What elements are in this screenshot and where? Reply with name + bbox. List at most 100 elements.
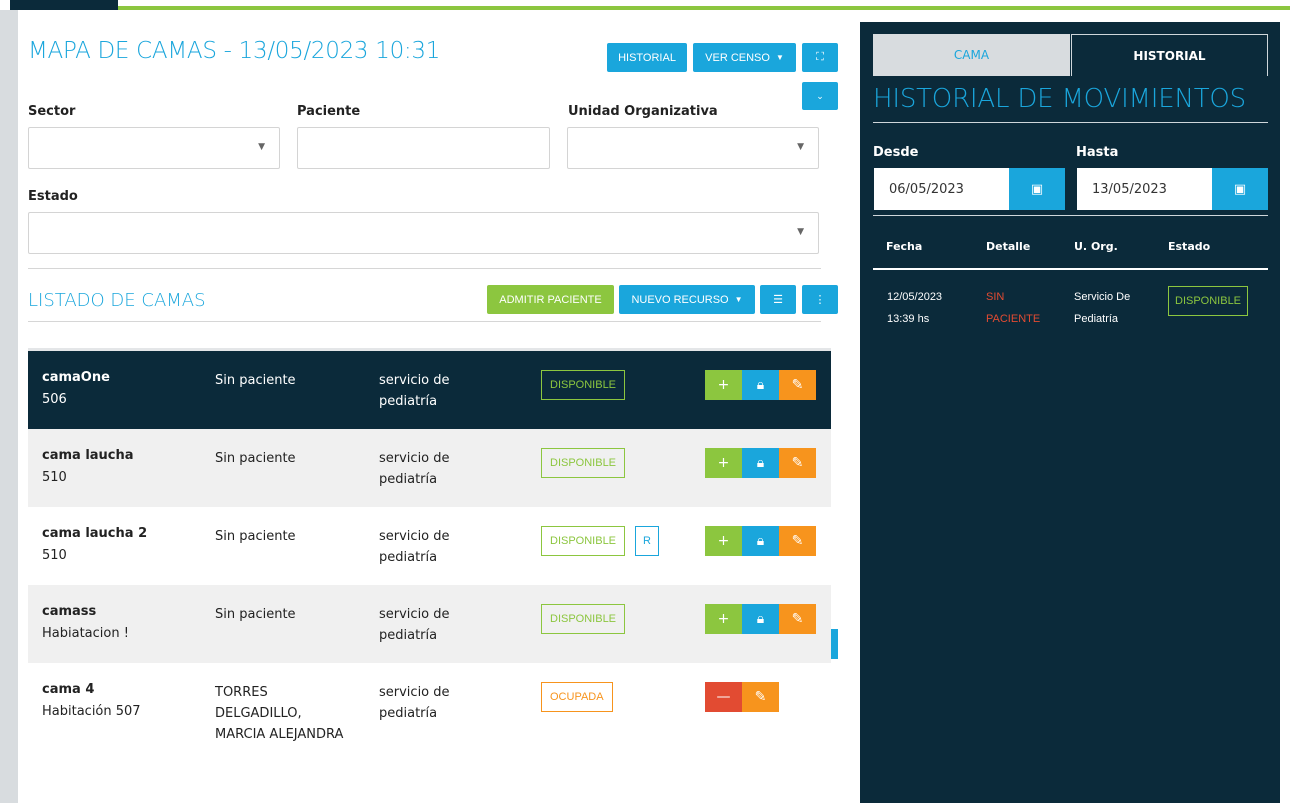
nuevo-recurso-label: NUEVO RECURSO <box>631 293 729 306</box>
edit-icon[interactable]: ✎ <box>779 370 816 400</box>
list-view-icon[interactable]: ☰ <box>760 285 796 314</box>
bed-name: cama laucha <box>42 448 134 463</box>
bed-actions: + 🔒︎ ✎ <box>705 370 816 400</box>
paciente-input[interactable] <box>297 127 550 169</box>
bed-patient: Sin paciente <box>215 529 296 544</box>
estado-label: Estado <box>28 189 78 204</box>
movement-uorg-2: Pediatría <box>1074 313 1119 325</box>
bed-name: camaOne <box>42 370 110 385</box>
dropdown-arrow-icon: ▼ <box>258 142 265 152</box>
bed-service: servicio de pediatría <box>379 373 450 409</box>
bed-room: Habitación 507 <box>42 704 141 719</box>
divider <box>873 122 1268 123</box>
lock-icon[interactable]: 🔒︎ <box>742 370 779 400</box>
movement-date: 12/05/2023 <box>887 291 943 303</box>
bed-row[interactable]: camass Habiatacion ! Sin paciente servic… <box>28 585 831 663</box>
dropdown-arrow-icon: ▼ <box>797 227 804 237</box>
plus-icon[interactable]: + <box>705 604 742 634</box>
listado-title: LISTADO DE CAMAS <box>28 290 206 311</box>
sector-select[interactable]: ▼ <box>28 127 280 169</box>
tab-cama[interactable]: CAMA <box>873 34 1070 76</box>
bed-room: 510 <box>42 470 67 485</box>
movement-uorg-1: Servicio De <box>1074 291 1131 303</box>
edit-icon[interactable]: ✎ <box>779 526 816 556</box>
status-badge: DISPONIBLE <box>1168 286 1249 316</box>
left-edge <box>0 0 18 803</box>
bed-room: Habiatacion ! <box>42 626 129 641</box>
bed-list: camaOne 506 Sin paciente servicio de ped… <box>28 348 831 803</box>
scrollbar[interactable] <box>831 629 838 659</box>
tab-historial[interactable]: HISTORIAL <box>1071 34 1268 76</box>
col-uorg: U. Org. <box>1074 240 1118 253</box>
caret-down-icon: ▼ <box>734 295 743 304</box>
nuevo-recurso-button[interactable]: NUEVO RECURSO ▼ <box>619 285 755 314</box>
bed-actions: — ✎ <box>705 682 779 712</box>
col-detalle: Detalle <box>986 240 1031 253</box>
expand-icon[interactable]: ⛶ <box>802 43 838 72</box>
chevron-down-icon[interactable]: ⌄ <box>802 82 838 110</box>
plus-icon[interactable]: + <box>705 526 742 556</box>
plus-icon[interactable]: + <box>705 448 742 478</box>
status-badge: OCUPADA <box>541 682 613 712</box>
bed-actions: + 🔒︎ ✎ <box>705 526 816 556</box>
calendar-icon[interactable]: ▣ <box>1009 168 1065 210</box>
tree-view-icon[interactable]: ⋮ <box>802 285 838 314</box>
edit-icon[interactable]: ✎ <box>779 604 816 634</box>
bed-patient: TORRES DELGADILLO, MARCIA ALEJANDRA <box>215 685 344 742</box>
dropdown-arrow-icon: ▼ <box>797 142 804 152</box>
caret-down-icon: ▼ <box>775 53 784 62</box>
minus-icon[interactable]: — <box>705 682 742 712</box>
hasta-input[interactable]: 13/05/2023 <box>1077 168 1212 210</box>
ver-censo-button[interactable]: VER CENSO ▼ <box>693 43 796 72</box>
top-dark-tab <box>10 0 118 10</box>
desde-input[interactable]: 06/05/2023 <box>874 168 1009 210</box>
bed-name: cama 4 <box>42 682 95 697</box>
paciente-label: Paciente <box>297 104 361 119</box>
bed-actions: + 🔒︎ ✎ <box>705 448 816 478</box>
plus-icon[interactable]: + <box>705 370 742 400</box>
bed-room: 510 <box>42 548 67 563</box>
bed-patient: Sin paciente <box>215 451 296 466</box>
divider <box>28 268 821 269</box>
lock-icon[interactable]: 🔒︎ <box>742 604 779 634</box>
estado-select[interactable]: ▼ <box>28 212 819 254</box>
reserved-badge: R <box>635 526 659 556</box>
bed-room: 506 <box>42 392 67 407</box>
lock-icon[interactable]: 🔒︎ <box>742 448 779 478</box>
lock-icon[interactable]: 🔒︎ <box>742 526 779 556</box>
bed-service: servicio de pediatría <box>379 529 450 565</box>
calendar-icon[interactable]: ▣ <box>1212 168 1268 210</box>
bed-service: servicio de pediatría <box>379 685 450 721</box>
divider <box>873 215 1268 216</box>
bed-row[interactable]: cama laucha 510 Sin paciente servicio de… <box>28 429 831 507</box>
bed-actions: + 🔒︎ ✎ <box>705 604 816 634</box>
desde-label: Desde <box>873 145 919 160</box>
bed-row[interactable]: cama 4 Habitación 507 TORRES DELGADILLO,… <box>28 663 831 791</box>
bed-row[interactable]: cama laucha 2 510 Sin paciente servicio … <box>28 507 831 585</box>
bed-row[interactable]: camaOne 506 Sin paciente servicio de ped… <box>28 351 831 429</box>
bed-map-panel: MAPA DE CAMAS - 13/05/2023 10:31 HISTORI… <box>18 10 844 803</box>
chevron-glyph: ⌄ <box>816 90 824 101</box>
status-badge: DISPONIBLE <box>541 526 626 556</box>
edit-icon[interactable]: ✎ <box>779 448 816 478</box>
admitir-paciente-button[interactable]: ADMITIR PACIENTE <box>487 285 614 314</box>
hasta-label: Hasta <box>1076 145 1119 160</box>
status-badge: DISPONIBLE <box>541 370 626 400</box>
bed-service: servicio de pediatría <box>379 451 450 487</box>
sector-label: Sector <box>28 104 76 119</box>
top-bar <box>0 0 1290 10</box>
edit-icon[interactable]: ✎ <box>742 682 779 712</box>
bed-name: cama laucha 2 <box>42 526 148 541</box>
history-title: HISTORIAL DE MOVIMIENTOS <box>873 84 1246 114</box>
status-badge: DISPONIBLE <box>541 448 626 478</box>
bed-service: servicio de pediatría <box>379 607 450 643</box>
unidad-select[interactable]: ▼ <box>567 127 819 169</box>
movement-time: 13:39 hs <box>887 313 930 325</box>
status-badge: DISPONIBLE <box>541 604 626 634</box>
ver-censo-label: VER CENSO <box>705 51 770 64</box>
unidad-label: Unidad Organizativa <box>568 104 718 119</box>
movement-detail-2: PACIENTE <box>986 313 1041 325</box>
bed-patient: Sin paciente <box>215 607 296 622</box>
col-estado: Estado <box>1168 240 1211 253</box>
historial-button[interactable]: HISTORIAL <box>607 43 687 72</box>
